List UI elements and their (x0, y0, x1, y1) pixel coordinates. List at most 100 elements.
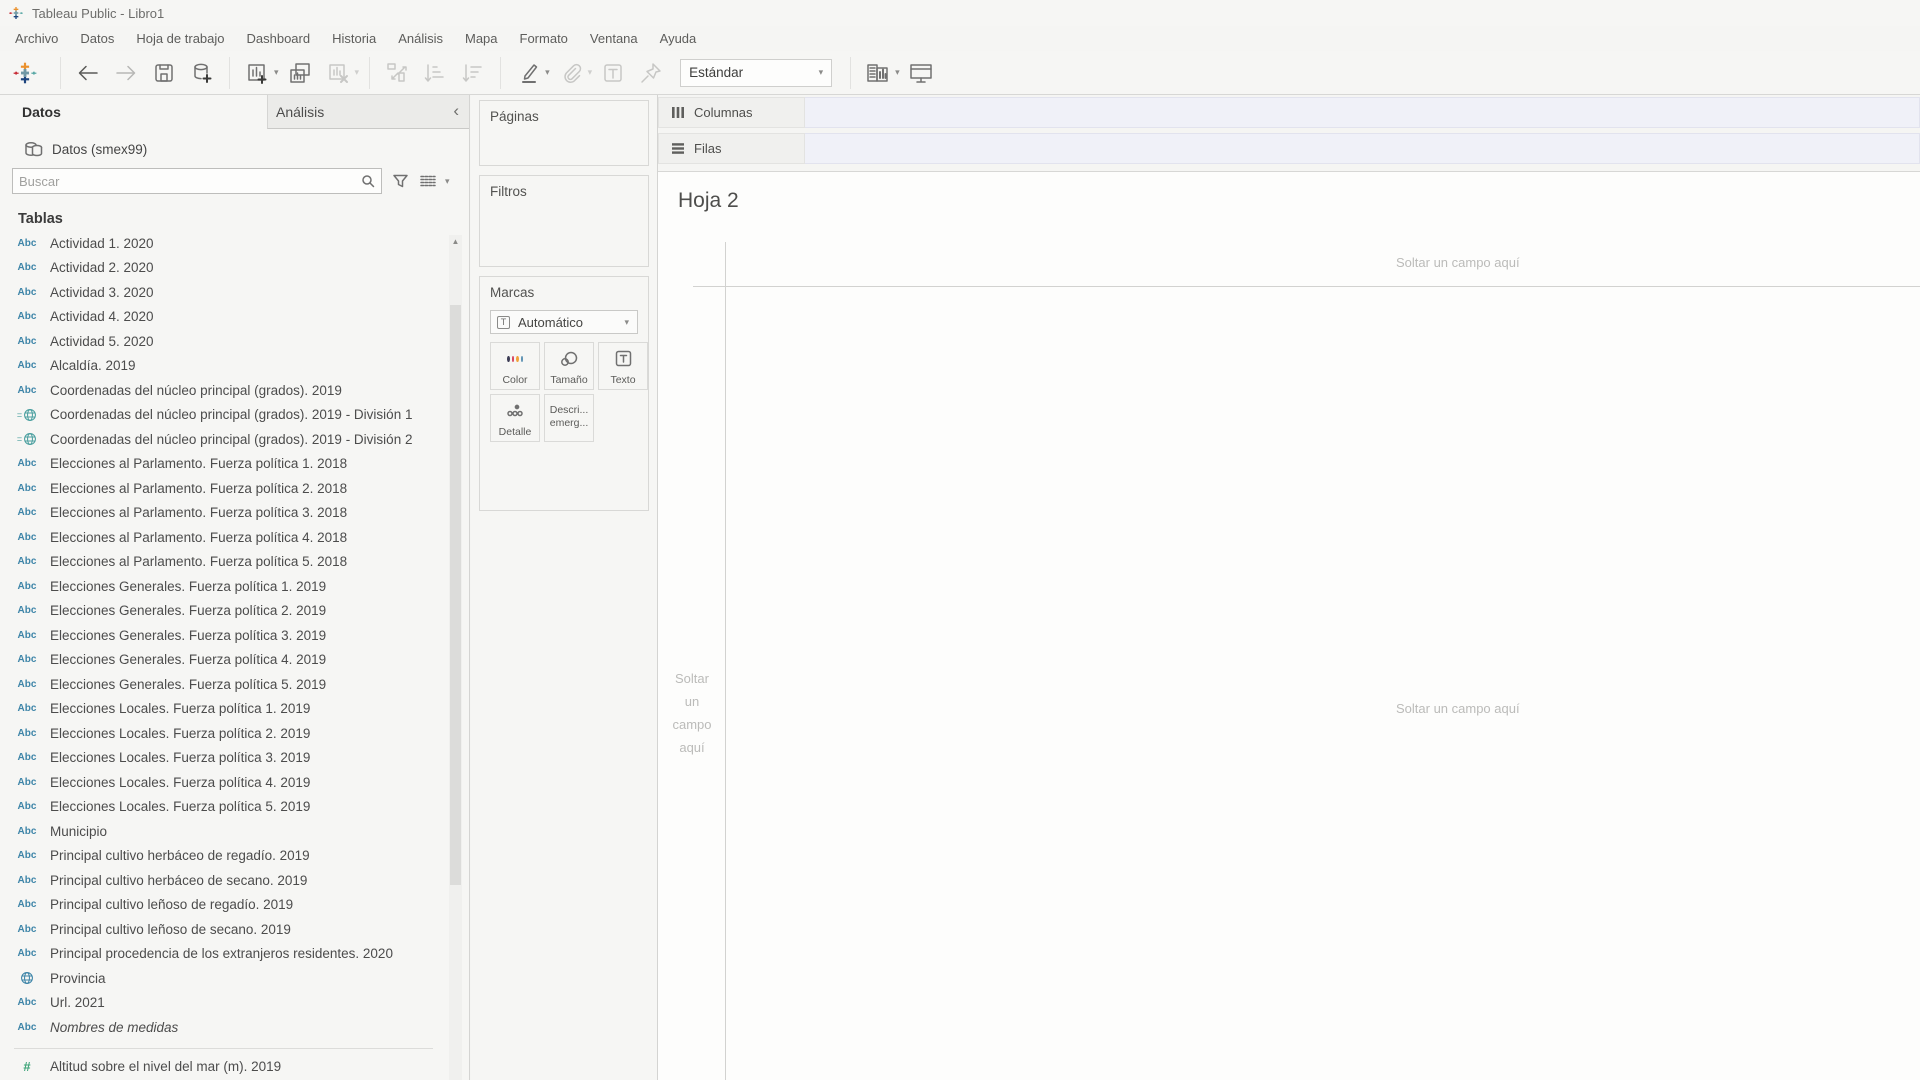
field-item[interactable]: AbcActividad 3. 2020 (0, 280, 447, 305)
field-item[interactable]: AbcElecciones al Parlamento. Fuerza polí… (0, 501, 447, 526)
show-mark-labels-icon[interactable] (596, 56, 630, 90)
field-item[interactable]: AbcElecciones Generales. Fuerza política… (0, 623, 447, 648)
field-item[interactable]: =Coordenadas del núcleo principal (grado… (0, 403, 447, 428)
detail-button[interactable]: Detalle (490, 394, 540, 442)
tooltip-button[interactable]: Descri... emerg... (544, 394, 594, 442)
menu-item-historia[interactable]: Historia (321, 28, 387, 49)
menu-item-hoja-de-trabajo[interactable]: Hoja de trabajo (125, 28, 235, 49)
duplicate-sheet-icon[interactable] (283, 56, 317, 90)
menu-item-dashboard[interactable]: Dashboard (236, 28, 322, 49)
field-label: Principal cultivo leñoso de secano. 2019 (50, 922, 291, 937)
save-icon[interactable] (147, 56, 181, 90)
menu-item-mapa[interactable]: Mapa (454, 28, 509, 49)
tab-datos[interactable]: Datos (0, 95, 267, 129)
field-item[interactable]: AbcElecciones al Parlamento. Fuerza polí… (0, 550, 447, 575)
menu-item-datos[interactable]: Datos (69, 28, 125, 49)
geo-field-icon (23, 432, 37, 446)
scroll-up-icon[interactable]: ▲ (449, 237, 462, 246)
drop-zone-top[interactable]: Soltar un campo aquí (1396, 255, 1520, 270)
pages-shelf[interactable]: Páginas (479, 100, 649, 166)
field-item[interactable]: AbcElecciones Locales. Fuerza política 3… (0, 746, 447, 771)
filters-shelf[interactable]: Filtros (479, 175, 649, 267)
field-item[interactable]: AbcCoordenadas del núcleo principal (gra… (0, 378, 447, 403)
view-options-icon[interactable] (419, 174, 437, 189)
fix-axes-icon[interactable] (634, 56, 668, 90)
field-item[interactable]: AbcUrl. 2021 (0, 991, 447, 1016)
field-item[interactable]: AbcElecciones Generales. Fuerza política… (0, 648, 447, 673)
field-item[interactable]: AbcPrincipal procedencia de los extranje… (0, 942, 447, 967)
field-item[interactable]: #Altitud sobre el nivel del mar (m). 201… (0, 1055, 447, 1080)
sheet-canvas[interactable]: Hoja 2 Soltar un campo aquí Soltar un ca… (658, 171, 1920, 1080)
data-source-item[interactable]: Datos (smex99) (24, 135, 147, 163)
color-button[interactable]: Color (490, 342, 540, 390)
collapse-pane-icon[interactable]: ‹ (453, 101, 459, 121)
menu-item-archivo[interactable]: Archivo (4, 28, 69, 49)
text-button[interactable]: Texto (598, 342, 648, 390)
view-options-caret-icon[interactable]: ▾ (445, 176, 450, 187)
field-item[interactable]: AbcElecciones Generales. Fuerza política… (0, 574, 447, 599)
field-item[interactable]: AbcElecciones Locales. Fuerza política 4… (0, 770, 447, 795)
search-box[interactable] (12, 168, 382, 194)
field-item[interactable]: AbcElecciones Generales. Fuerza política… (0, 599, 447, 624)
search-input[interactable] (19, 174, 361, 189)
size-button[interactable]: Tamaño (544, 342, 594, 390)
sort-descending-icon[interactable] (456, 56, 490, 90)
drop-zone-left-line: campo (663, 713, 721, 736)
columns-shelf-drop-area[interactable] (805, 97, 1920, 128)
scrollbar-thumb[interactable] (450, 305, 461, 885)
highlight-caret-icon[interactable]: ▾ (545, 67, 550, 78)
show-me-icon[interactable] (861, 56, 895, 90)
drop-zone-center[interactable]: Soltar un campo aquí (1396, 701, 1520, 716)
field-item[interactable]: AbcPrincipal cultivo herbáceo de regadío… (0, 844, 447, 869)
field-item[interactable]: AbcElecciones al Parlamento. Fuerza polí… (0, 525, 447, 550)
group-members-icon[interactable] (554, 56, 588, 90)
menu-item-ayuda[interactable]: Ayuda (649, 28, 708, 49)
field-item[interactable]: =Coordenadas del núcleo principal (grado… (0, 427, 447, 452)
show-me-caret-icon[interactable]: ▾ (895, 67, 900, 78)
field-item[interactable]: AbcElecciones al Parlamento. Fuerza polí… (0, 476, 447, 501)
presentation-mode-icon[interactable] (904, 56, 938, 90)
menu-item-análisis[interactable]: Análisis (387, 28, 454, 49)
field-item[interactable]: AbcActividad 1. 2020 (0, 231, 447, 256)
menu-item-ventana[interactable]: Ventana (579, 28, 649, 49)
new-data-source-icon[interactable] (185, 56, 219, 90)
new-worksheet-caret-icon[interactable]: ▾ (274, 67, 279, 78)
rows-shelf-drop-area[interactable] (805, 133, 1920, 164)
mark-type-select[interactable]: T Automático ▾ (490, 310, 638, 334)
field-item[interactable]: AbcAlcaldía. 2019 (0, 354, 447, 379)
field-item[interactable]: AbcElecciones Generales. Fuerza política… (0, 672, 447, 697)
field-item[interactable]: Provincia (0, 966, 447, 991)
field-item[interactable]: AbcElecciones Locales. Fuerza política 5… (0, 795, 447, 820)
field-item[interactable]: AbcPrincipal cultivo leñoso de secano. 2… (0, 917, 447, 942)
field-item[interactable]: AbcPrincipal cultivo leñoso de regadío. … (0, 893, 447, 918)
highlight-icon[interactable] (511, 56, 545, 90)
field-item[interactable]: AbcActividad 2. 2020 (0, 256, 447, 281)
text-box-icon (615, 343, 632, 374)
field-item[interactable]: AbcActividad 5. 2020 (0, 329, 447, 354)
menu-item-formato[interactable]: Formato (509, 28, 579, 49)
field-item[interactable]: AbcNombres de medidas (0, 1015, 447, 1040)
tab-analisis[interactable]: Análisis (267, 95, 469, 129)
view-mode-select[interactable]: Estándar ▾ (680, 59, 832, 87)
field-item[interactable]: AbcElecciones al Parlamento. Fuerza polí… (0, 452, 447, 477)
field-item[interactable]: AbcActividad 4. 2020 (0, 305, 447, 330)
field-item[interactable]: AbcElecciones Locales. Fuerza política 1… (0, 697, 447, 722)
tableau-logo-icon[interactable] (12, 60, 38, 86)
filter-fields-icon[interactable] (392, 173, 409, 189)
undo-icon[interactable] (71, 56, 105, 90)
field-item[interactable]: AbcPrincipal cultivo herbáceo de secano.… (0, 868, 447, 893)
sort-ascending-icon[interactable] (418, 56, 452, 90)
field-list-scrollbar[interactable]: ▲ (449, 235, 462, 1080)
redo-icon[interactable] (109, 56, 143, 90)
rows-shelf-header: Filas (658, 133, 805, 164)
drop-zone-left[interactable]: Soltaruncampoaquí (663, 667, 721, 759)
field-label: Actividad 2. 2020 (50, 260, 154, 275)
swap-rows-columns-icon[interactable] (380, 56, 414, 90)
field-item[interactable]: AbcElecciones Locales. Fuerza política 2… (0, 721, 447, 746)
field-item[interactable]: AbcMunicipio (0, 819, 447, 844)
new-worksheet-icon[interactable] (240, 56, 274, 90)
clear-sheet-icon[interactable] (321, 56, 355, 90)
clear-sheet-caret-icon[interactable]: ▾ (355, 67, 360, 78)
group-members-caret-icon[interactable]: ▾ (588, 67, 593, 78)
columns-icon (671, 106, 685, 119)
